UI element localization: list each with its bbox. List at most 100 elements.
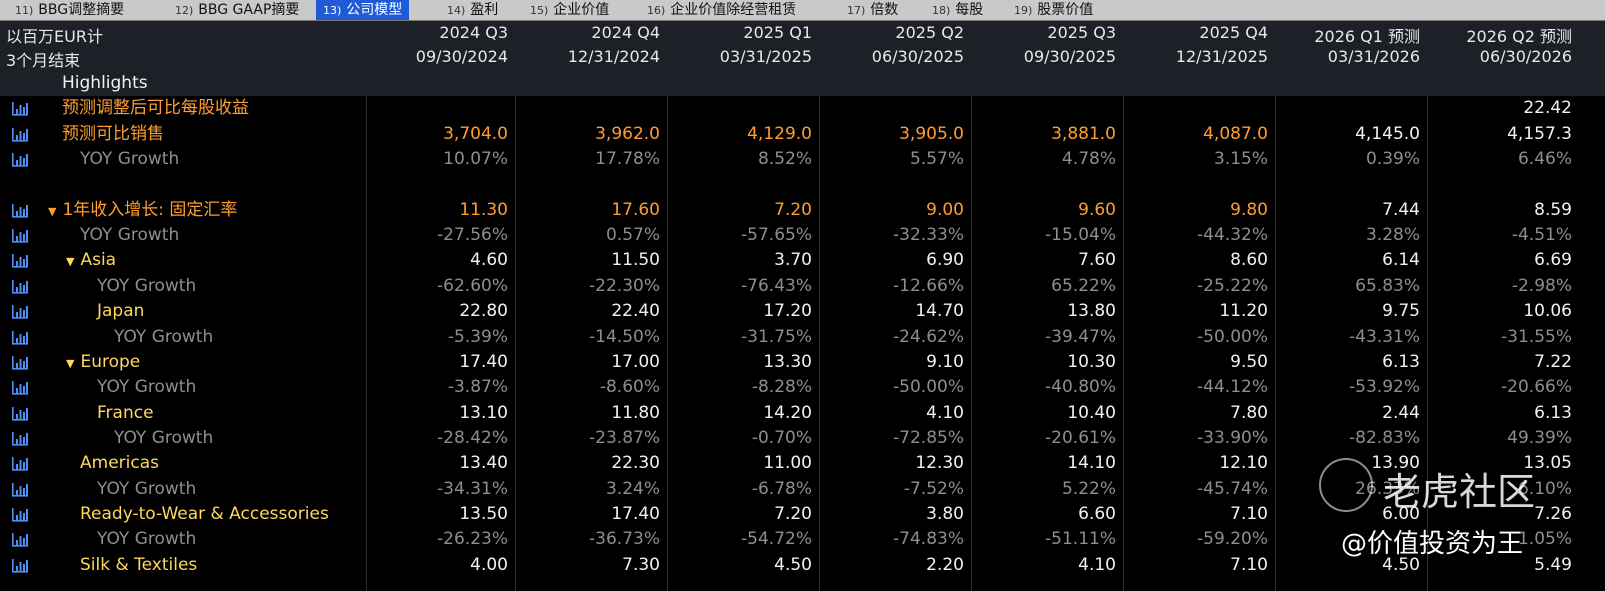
- table-cell[interactable]: 7.30: [622, 553, 660, 578]
- table-cell[interactable]: -8.28%: [752, 375, 812, 400]
- table-cell[interactable]: 49.39%: [1507, 426, 1572, 451]
- table-cell[interactable]: 4.60: [470, 248, 508, 273]
- table-cell[interactable]: 11.30: [459, 198, 508, 223]
- bar-chart-icon[interactable]: [10, 379, 30, 396]
- table-cell[interactable]: 7.10: [1230, 502, 1268, 527]
- bar-chart-icon[interactable]: [10, 252, 30, 269]
- table-cell[interactable]: 6.69: [1534, 248, 1572, 273]
- table-cell[interactable]: -6.78%: [752, 477, 812, 502]
- table-cell[interactable]: 6.13: [1382, 350, 1420, 375]
- tab-earnings[interactable]: 14) 盈利: [440, 0, 505, 20]
- table-cell[interactable]: 4,157.3: [1507, 122, 1572, 147]
- bar-chart-icon[interactable]: [10, 278, 30, 295]
- table-cell[interactable]: 11.80: [611, 401, 660, 426]
- table-cell[interactable]: 17.60: [611, 198, 660, 223]
- table-cell[interactable]: -51.11%: [1045, 527, 1116, 552]
- table-cell[interactable]: -32.33%: [893, 223, 964, 248]
- table-cell[interactable]: 7.20: [774, 198, 812, 223]
- tab-per-share[interactable]: 18) 每股: [925, 0, 990, 20]
- table-row[interactable]: YOY Growth -3.87% -8.60% -8.28% -50.00% -40.8…: [0, 375, 1605, 400]
- table-cell[interactable]: 65.22%: [1051, 274, 1116, 299]
- table-cell[interactable]: -24.62%: [893, 325, 964, 350]
- table-cell[interactable]: 4.10: [926, 401, 964, 426]
- table-cell[interactable]: 13.10: [459, 401, 508, 426]
- table-cell[interactable]: 12.10: [1219, 451, 1268, 476]
- table-cell[interactable]: 5.57%: [910, 147, 964, 172]
- table-cell[interactable]: -40.80%: [1045, 375, 1116, 400]
- table-cell[interactable]: -54.72%: [741, 527, 812, 552]
- table-cell[interactable]: 13.80: [1067, 299, 1116, 324]
- expand-triangle-icon[interactable]: ▼: [66, 255, 74, 268]
- table-cell[interactable]: 3,704.0: [443, 122, 508, 147]
- table-cell[interactable]: 22.80: [459, 299, 508, 324]
- table-cell[interactable]: -31.75%: [741, 325, 812, 350]
- bar-chart-icon[interactable]: [10, 151, 30, 168]
- bar-chart-icon[interactable]: [10, 481, 30, 498]
- expand-triangle-icon[interactable]: ▼: [66, 357, 74, 370]
- table-cell[interactable]: 4,087.0: [1203, 122, 1268, 147]
- table-cell[interactable]: -8.60%: [600, 375, 660, 400]
- table-cell[interactable]: 14.70: [915, 299, 964, 324]
- bar-chart-icon[interactable]: [10, 405, 30, 422]
- table-cell[interactable]: 12.30: [915, 451, 964, 476]
- table-cell[interactable]: 5.22%: [1062, 477, 1116, 502]
- table-row[interactable]: ▼ 1年收入增长: 固定汇率 11.30 17.60 7.20 9.00 9.60 9.80 7…: [0, 198, 1605, 223]
- table-cell[interactable]: 7.10: [1230, 553, 1268, 578]
- table-cell[interactable]: 3,881.0: [1051, 122, 1116, 147]
- table-row[interactable]: 预测可比销售 3,704.0 3,962.0 4,129.0 3,905.0 3,881.…: [0, 122, 1605, 147]
- table-cell[interactable]: -14.50%: [589, 325, 660, 350]
- table-cell[interactable]: -3.87%: [448, 375, 508, 400]
- table-cell[interactable]: 9.10: [926, 350, 964, 375]
- tab-bbg-adjusted-summary[interactable]: 11) BBG调整摘要: [8, 0, 131, 20]
- table-cell[interactable]: 9.75: [1382, 299, 1420, 324]
- table-cell[interactable]: -33.90%: [1197, 426, 1268, 451]
- table-row[interactable]: France 13.10 11.80 14.20 4.10 10.40 7.80 2.44 6.…: [0, 401, 1605, 426]
- table-cell[interactable]: 7.20: [774, 502, 812, 527]
- table-cell[interactable]: 7.22: [1534, 350, 1572, 375]
- table-cell[interactable]: -0.70%: [752, 426, 812, 451]
- table-cell[interactable]: 3.24%: [606, 477, 660, 502]
- table-cell[interactable]: 65.83%: [1355, 274, 1420, 299]
- bar-chart-icon[interactable]: [10, 531, 30, 548]
- table-cell[interactable]: 6.14: [1382, 248, 1420, 273]
- table-row[interactable]: Japan 22.80 22.40 17.20 14.70 13.80 11.20 9.75 1…: [0, 299, 1605, 324]
- table-cell[interactable]: -62.60%: [437, 274, 508, 299]
- table-cell[interactable]: -20.61%: [1045, 426, 1116, 451]
- table-cell[interactable]: -27.56%: [437, 223, 508, 248]
- table-cell[interactable]: -34.31%: [437, 477, 508, 502]
- table-cell[interactable]: 13.50: [459, 502, 508, 527]
- table-row[interactable]: YOY Growth -5.39% -14.50% -31.75% -24.62% -39…: [0, 325, 1605, 350]
- table-row[interactable]: YOY Growth -28.42% -23.87% -0.70% -72.85% -20…: [0, 426, 1605, 451]
- table-cell[interactable]: -7.52%: [904, 477, 964, 502]
- table-cell[interactable]: 8.59: [1534, 198, 1572, 223]
- table-row[interactable]: ▼ Europe 17.40 17.00 13.30 9.10 10.30 9.50 6.13 7…: [0, 350, 1605, 375]
- table-cell[interactable]: -50.00%: [1197, 325, 1268, 350]
- table-cell[interactable]: 17.40: [611, 502, 660, 527]
- table-cell[interactable]: 9.60: [1078, 198, 1116, 223]
- table-cell[interactable]: 7.44: [1382, 198, 1420, 223]
- table-cell[interactable]: 6.90: [926, 248, 964, 273]
- table-row[interactable]: Highlights: [0, 71, 1605, 96]
- table-cell[interactable]: -4.51%: [1512, 223, 1572, 248]
- table-cell[interactable]: 7.80: [1230, 401, 1268, 426]
- table-cell[interactable]: 3.70: [774, 248, 812, 273]
- table-cell[interactable]: -26.23%: [437, 527, 508, 552]
- table-cell[interactable]: 13.40: [459, 451, 508, 476]
- bar-chart-icon[interactable]: [10, 126, 30, 143]
- table-cell[interactable]: 4,145.0: [1355, 122, 1420, 147]
- table-cell[interactable]: 3,905.0: [899, 122, 964, 147]
- table-cell[interactable]: 6.13: [1534, 401, 1572, 426]
- table-cell[interactable]: 13.30: [763, 350, 812, 375]
- table-cell[interactable]: 4.00: [470, 553, 508, 578]
- tab-ev-ex-leases[interactable]: 16) 企业价值除经营租赁: [640, 0, 803, 20]
- table-cell[interactable]: 2.44: [1382, 401, 1420, 426]
- table-cell[interactable]: 22.42: [1523, 96, 1572, 121]
- table-cell[interactable]: -43.31%: [1349, 325, 1420, 350]
- table-cell[interactable]: -28.42%: [437, 426, 508, 451]
- bar-chart-icon[interactable]: [10, 455, 30, 472]
- table-cell[interactable]: 9.50: [1230, 350, 1268, 375]
- tab-company-model[interactable]: 13) 公司模型: [316, 0, 410, 20]
- tab-multiples[interactable]: 17) 倍数: [840, 0, 905, 20]
- table-cell[interactable]: 3.80: [926, 502, 964, 527]
- table-cell[interactable]: 4.78%: [1062, 147, 1116, 172]
